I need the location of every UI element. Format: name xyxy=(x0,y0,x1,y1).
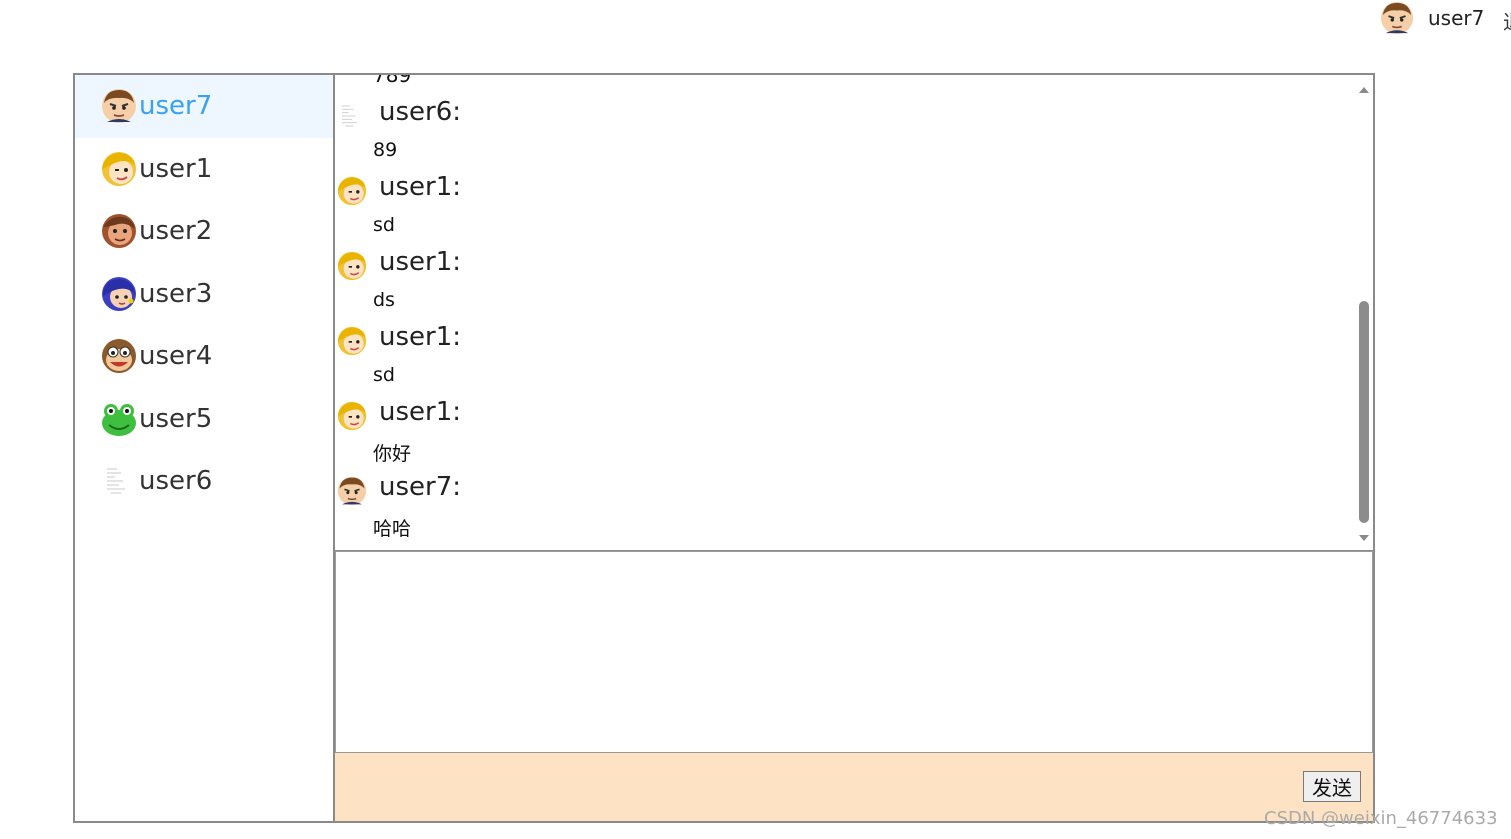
message-item: user7: 哈哈 xyxy=(335,462,1345,540)
chat-panel: 789 user6: 89 user1: sd user1: ds user1:… xyxy=(335,75,1373,821)
logout-link[interactable]: 退 xyxy=(1503,6,1511,35)
message-item: user1: 你好 xyxy=(335,387,1345,465)
sidebar-item-user5[interactable]: user5 xyxy=(75,388,333,451)
message-item: user6: 89 xyxy=(335,87,1345,162)
message-item: user1: ds xyxy=(335,237,1345,312)
sidebar-item-user1[interactable]: user1 xyxy=(75,138,333,201)
send-button[interactable]: 发送 xyxy=(1303,771,1361,802)
sidebar-item-user3[interactable]: user3 xyxy=(75,263,333,326)
chat-window: user7 user1 user2 user3 user4 user5 user… xyxy=(73,73,1375,823)
blonde-winking-avatar-icon xyxy=(337,176,367,206)
message-text: sd xyxy=(373,364,395,386)
sidebar-item-label: user6 xyxy=(139,466,213,497)
message-text: sd xyxy=(373,214,395,236)
message-sender: user7: xyxy=(379,472,462,502)
sidebar-item-label: user7 xyxy=(139,91,213,122)
blue-hair-avatar-icon xyxy=(101,276,137,312)
user-avatar-icon xyxy=(1380,1,1414,35)
message-area[interactable]: 789 user6: 89 user1: sd user1: ds user1:… xyxy=(335,75,1373,551)
message-sender: user1: xyxy=(379,397,462,427)
blonde-winking-avatar-icon xyxy=(337,251,367,281)
brown-face-avatar-icon xyxy=(101,213,137,249)
message-scrollbar[interactable] xyxy=(1355,75,1373,550)
message-list: 789 user6: 89 user1: sd user1: ds user1:… xyxy=(335,75,1345,540)
sidebar-item-label: user2 xyxy=(139,216,213,247)
sidebar-item-user7[interactable]: user7 xyxy=(75,75,333,138)
composer-footer: 发送 xyxy=(335,753,1373,821)
message-text: ds xyxy=(373,289,395,311)
message-text: 89 xyxy=(373,139,398,161)
scroll-thumb[interactable] xyxy=(1359,301,1369,523)
frog-avatar-icon xyxy=(101,401,137,437)
message-sender: user1: xyxy=(379,322,462,352)
scroll-up-arrow-icon[interactable] xyxy=(1359,87,1369,93)
male-brown-hair-avatar-icon xyxy=(337,476,367,506)
sidebar-item-label: user3 xyxy=(139,278,213,309)
sidebar-item-user4[interactable]: user4 xyxy=(75,325,333,388)
blonde-winking-avatar-icon xyxy=(101,151,137,187)
scroll-down-arrow-icon[interactable] xyxy=(1359,535,1369,541)
message-item: user1: sd xyxy=(335,312,1345,387)
message-sender: user1: xyxy=(379,247,462,277)
broken-image-avatar-icon xyxy=(101,463,137,499)
sidebar-item-label: user4 xyxy=(139,341,213,372)
message-text: 哈哈 xyxy=(373,518,412,540)
male-brown-hair-avatar-icon xyxy=(101,88,137,124)
contact-list: user7 user1 user2 user3 user4 user5 user… xyxy=(75,75,335,821)
message-sender: user1: xyxy=(379,172,462,202)
blonde-winking-avatar-icon xyxy=(337,326,367,356)
broken-image-avatar-icon xyxy=(337,101,367,131)
message-input[interactable] xyxy=(335,551,1373,753)
blonde-winking-avatar-icon xyxy=(337,401,367,431)
sidebar-item-label: user1 xyxy=(139,153,213,184)
current-user[interactable]: user7 xyxy=(1380,0,1484,36)
sidebar-item-user2[interactable]: user2 xyxy=(75,200,333,263)
message-item: user1: sd xyxy=(335,162,1345,237)
watermark: CSDN @weixin_46774633 xyxy=(1264,808,1498,829)
monkey-avatar-icon xyxy=(101,338,137,374)
message-sender: user6: xyxy=(379,97,462,127)
current-user-name: user7 xyxy=(1428,6,1485,30)
message-text: 789 xyxy=(373,75,412,87)
sidebar-item-label: user5 xyxy=(139,403,213,434)
sidebar-item-user6[interactable]: user6 xyxy=(75,450,333,513)
